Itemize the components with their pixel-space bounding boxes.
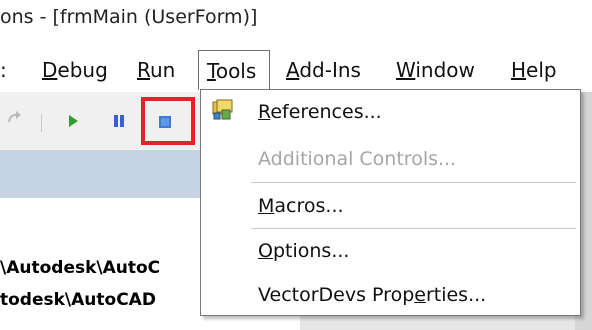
toolbar-separator [41, 114, 42, 132]
menu-run[interactable]: Run [137, 58, 175, 82]
project-panel-header [0, 150, 200, 198]
tools-dropdown-menu: References... Additional Controls... Mac… [200, 89, 581, 316]
menu-tools-label: Tools [207, 59, 257, 83]
menu-separator [251, 182, 576, 183]
menu-item-macros[interactable]: Macros... [258, 195, 344, 217]
menu-item-truncated[interactable]: : [0, 58, 7, 82]
redo-icon[interactable] [6, 110, 24, 126]
run-icon[interactable] [67, 114, 79, 128]
pause-icon[interactable] [113, 115, 125, 127]
menu-debug[interactable]: Debug [42, 58, 108, 82]
menu-separator [251, 228, 576, 229]
menu-bar: : Debug Run [0, 50, 592, 90]
window-title: ons - [frmMain (UserForm)] [0, 6, 258, 28]
highlight-box [141, 97, 195, 145]
menu-item-options[interactable]: Options... [258, 240, 349, 262]
menu-item-vectordevs-properties[interactable]: VectorDevs Properties... [258, 284, 486, 306]
menu-item-references[interactable]: References... [258, 101, 382, 123]
path-line-1: \Autodesk\AutoC [0, 258, 161, 278]
path-line-2: todesk\AutoCAD [0, 290, 156, 310]
background-panel [300, 316, 575, 330]
references-icon [212, 99, 233, 120]
menu-item-additional-controls: Additional Controls... [258, 148, 457, 170]
project-panel: \Autodesk\AutoC todesk\AutoCAD [0, 198, 200, 330]
menu-tools[interactable]: Tools [198, 50, 270, 90]
